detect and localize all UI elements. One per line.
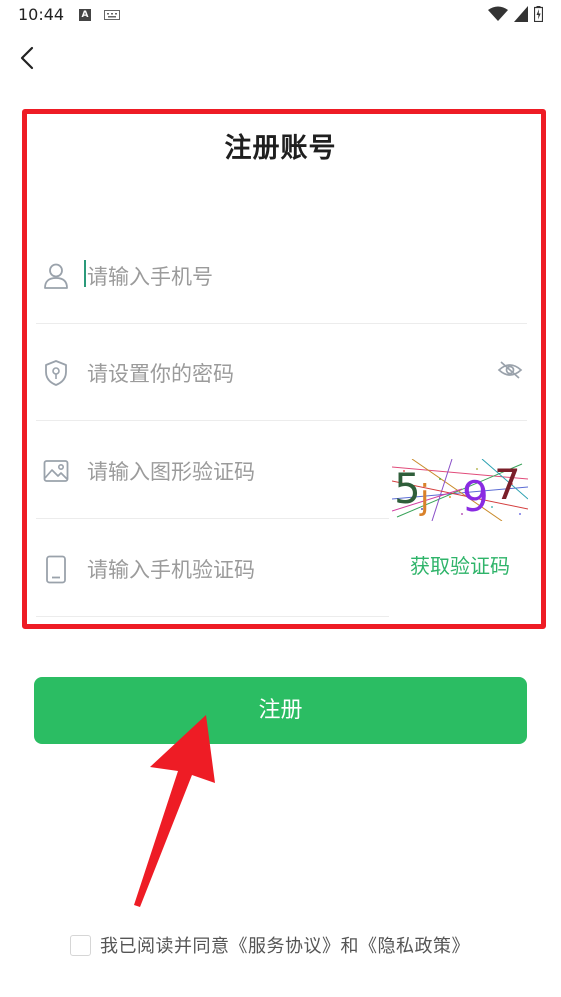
register-button[interactable]: 注册 xyxy=(34,677,527,744)
status-time: 10:44 xyxy=(18,5,65,24)
signal-icon xyxy=(514,6,528,22)
annotation-arrow xyxy=(134,715,215,907)
svg-text:7: 7 xyxy=(494,460,521,509)
divider xyxy=(36,420,527,421)
status-bar: 10:44 A xyxy=(0,0,561,32)
divider xyxy=(36,323,527,324)
svg-text:5: 5 xyxy=(394,464,421,513)
battery-icon xyxy=(534,6,543,22)
keyboard-icon xyxy=(104,10,120,20)
captcha-input[interactable]: 请输入图形验证码 xyxy=(87,456,255,486)
text-cursor xyxy=(84,260,86,287)
divider xyxy=(36,518,389,519)
agreement-text[interactable]: 我已阅读并同意《服务协议》和《隐私政策》 xyxy=(100,932,470,958)
wifi-icon xyxy=(488,6,508,21)
phone-icon xyxy=(46,555,66,584)
svg-text:j: j xyxy=(419,478,429,518)
eye-off-icon[interactable] xyxy=(497,359,523,381)
divider xyxy=(36,616,389,617)
notification-a-icon: A xyxy=(79,9,91,21)
page-title: 注册账号 xyxy=(224,133,337,164)
back-button[interactable] xyxy=(12,42,42,74)
agreement-checkbox[interactable] xyxy=(70,934,91,956)
agreement-row: 我已阅读并同意《服务协议》和《隐私政策》 xyxy=(70,932,470,958)
shield-lock-icon xyxy=(45,360,67,386)
image-icon xyxy=(43,460,69,482)
captcha-image[interactable]: 5 j 9 7 xyxy=(392,459,528,521)
get-code-button[interactable]: 获取验证码 xyxy=(410,550,510,579)
chevron-left-icon xyxy=(20,46,34,70)
svg-text:9: 9 xyxy=(462,472,489,521)
password-field[interactable]: 请设置你的密码 xyxy=(36,325,527,421)
password-input[interactable]: 请设置你的密码 xyxy=(87,358,234,388)
sms-code-input[interactable]: 请输入手机验证码 xyxy=(87,554,255,584)
user-icon xyxy=(44,263,68,289)
phone-field[interactable]: 请输入手机号 xyxy=(36,228,527,324)
phone-input[interactable]: 请输入手机号 xyxy=(87,261,213,291)
